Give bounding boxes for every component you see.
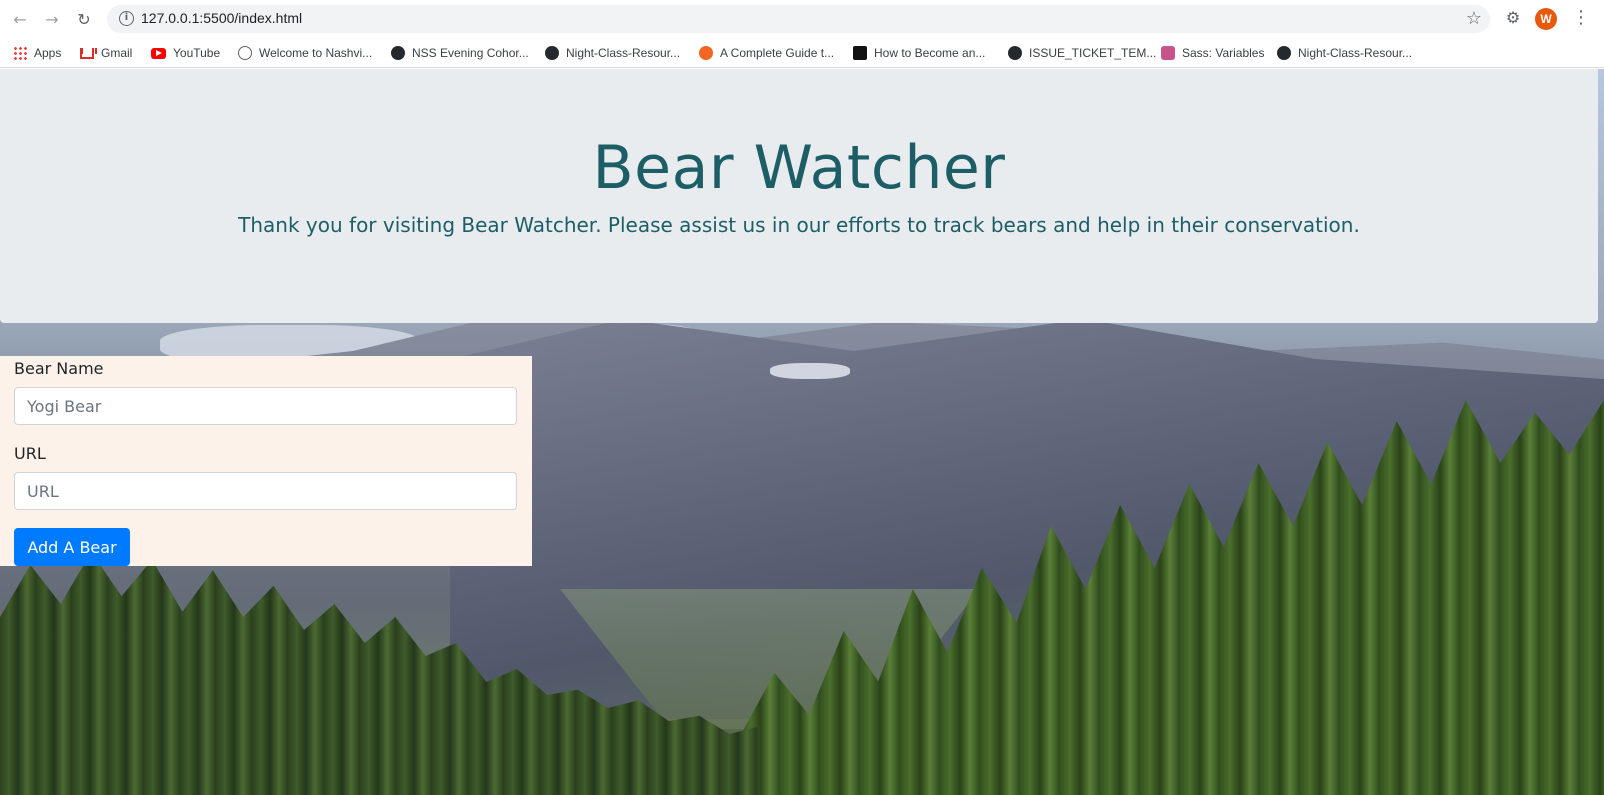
site-icon: [853, 46, 867, 60]
bookmark-youtube[interactable]: YouTube: [151, 42, 220, 64]
back-arrow-icon[interactable]: ←: [9, 8, 31, 30]
github-icon: [391, 46, 405, 60]
bookmark-label: NSS Evening Cohor...: [412, 46, 529, 60]
gmail-icon: [80, 47, 94, 59]
github-icon: [1277, 46, 1291, 60]
bookmark-night-class-1[interactable]: Night-Class-Resour...: [545, 42, 680, 64]
site-icon: [699, 46, 713, 60]
bookmark-gmail[interactable]: Gmail: [80, 42, 132, 64]
browser-menu-icon[interactable]: ⋮: [1572, 7, 1590, 31]
globe-icon: [238, 46, 252, 60]
add-bear-button[interactable]: Add A Bear: [14, 528, 130, 566]
browser-toolbar: ← → ↻ i 127.0.0.1:5500/index.html ☆ ⚙ W …: [0, 0, 1604, 38]
github-icon: [545, 46, 559, 60]
bookmark-label: Apps: [34, 46, 62, 60]
bookmark-welcome-nashville[interactable]: Welcome to Nashvi...: [238, 42, 372, 64]
bookmark-night-class-2[interactable]: Night-Class-Resour...: [1277, 42, 1412, 64]
bookmark-sass-variables[interactable]: Sass: Variables: [1161, 42, 1264, 64]
bookmark-complete-guide[interactable]: A Complete Guide t...: [699, 42, 834, 64]
bookmarks-bar: Apps Gmail YouTube Welcome to Nashvi... …: [0, 38, 1604, 68]
bear-name-input[interactable]: [14, 387, 517, 425]
bookmark-apps[interactable]: Apps: [13, 42, 61, 64]
address-bar[interactable]: i 127.0.0.1:5500/index.html ☆: [107, 5, 1490, 33]
header-jumbotron: Bear Watcher Thank you for visiting Bear…: [0, 69, 1598, 323]
bookmark-label: Sass: Variables: [1182, 46, 1265, 60]
bookmark-label: Night-Class-Resour...: [566, 46, 681, 60]
sass-icon: [1161, 46, 1175, 60]
url-label: URL: [14, 444, 46, 463]
profile-avatar[interactable]: W: [1535, 8, 1557, 30]
bookmark-label: Night-Class-Resour...: [1298, 46, 1413, 60]
bookmark-issue-ticket[interactable]: ISSUE_TICKET_TEM...: [1008, 42, 1156, 64]
bookmark-how-to-become[interactable]: How to Become an...: [853, 42, 985, 64]
site-info-icon[interactable]: i: [119, 11, 134, 26]
youtube-icon: [151, 47, 166, 59]
bookmark-label: ISSUE_TICKET_TEM...: [1029, 46, 1157, 60]
bookmark-label: YouTube: [173, 46, 221, 60]
add-bear-form: Bear Name URL Add A Bear: [0, 356, 532, 566]
apps-grid-icon: [13, 46, 27, 60]
bookmark-label: Welcome to Nashvi...: [259, 46, 373, 60]
bookmark-label: How to Become an...: [874, 46, 986, 60]
bear-name-label: Bear Name: [14, 359, 104, 378]
bookmark-star-icon[interactable]: ☆: [1466, 8, 1482, 29]
page-title: Bear Watcher: [592, 133, 1006, 203]
page-content: Bear Watcher Thank you for visiting Bear…: [0, 69, 1604, 795]
bookmark-label: A Complete Guide t...: [720, 46, 835, 60]
url-input[interactable]: [14, 472, 517, 510]
bookmark-nss-evening[interactable]: NSS Evening Cohor...: [391, 42, 529, 64]
github-icon: [1008, 46, 1022, 60]
url-text[interactable]: 127.0.0.1:5500/index.html: [141, 10, 302, 26]
page-subtitle: Thank you for visiting Bear Watcher. Ple…: [238, 213, 1360, 237]
extensions-puzzle-icon[interactable]: ⚙: [1502, 8, 1524, 30]
bookmark-label: Gmail: [101, 46, 133, 60]
reload-icon[interactable]: ↻: [73, 8, 95, 30]
forward-arrow-icon[interactable]: →: [41, 8, 63, 30]
